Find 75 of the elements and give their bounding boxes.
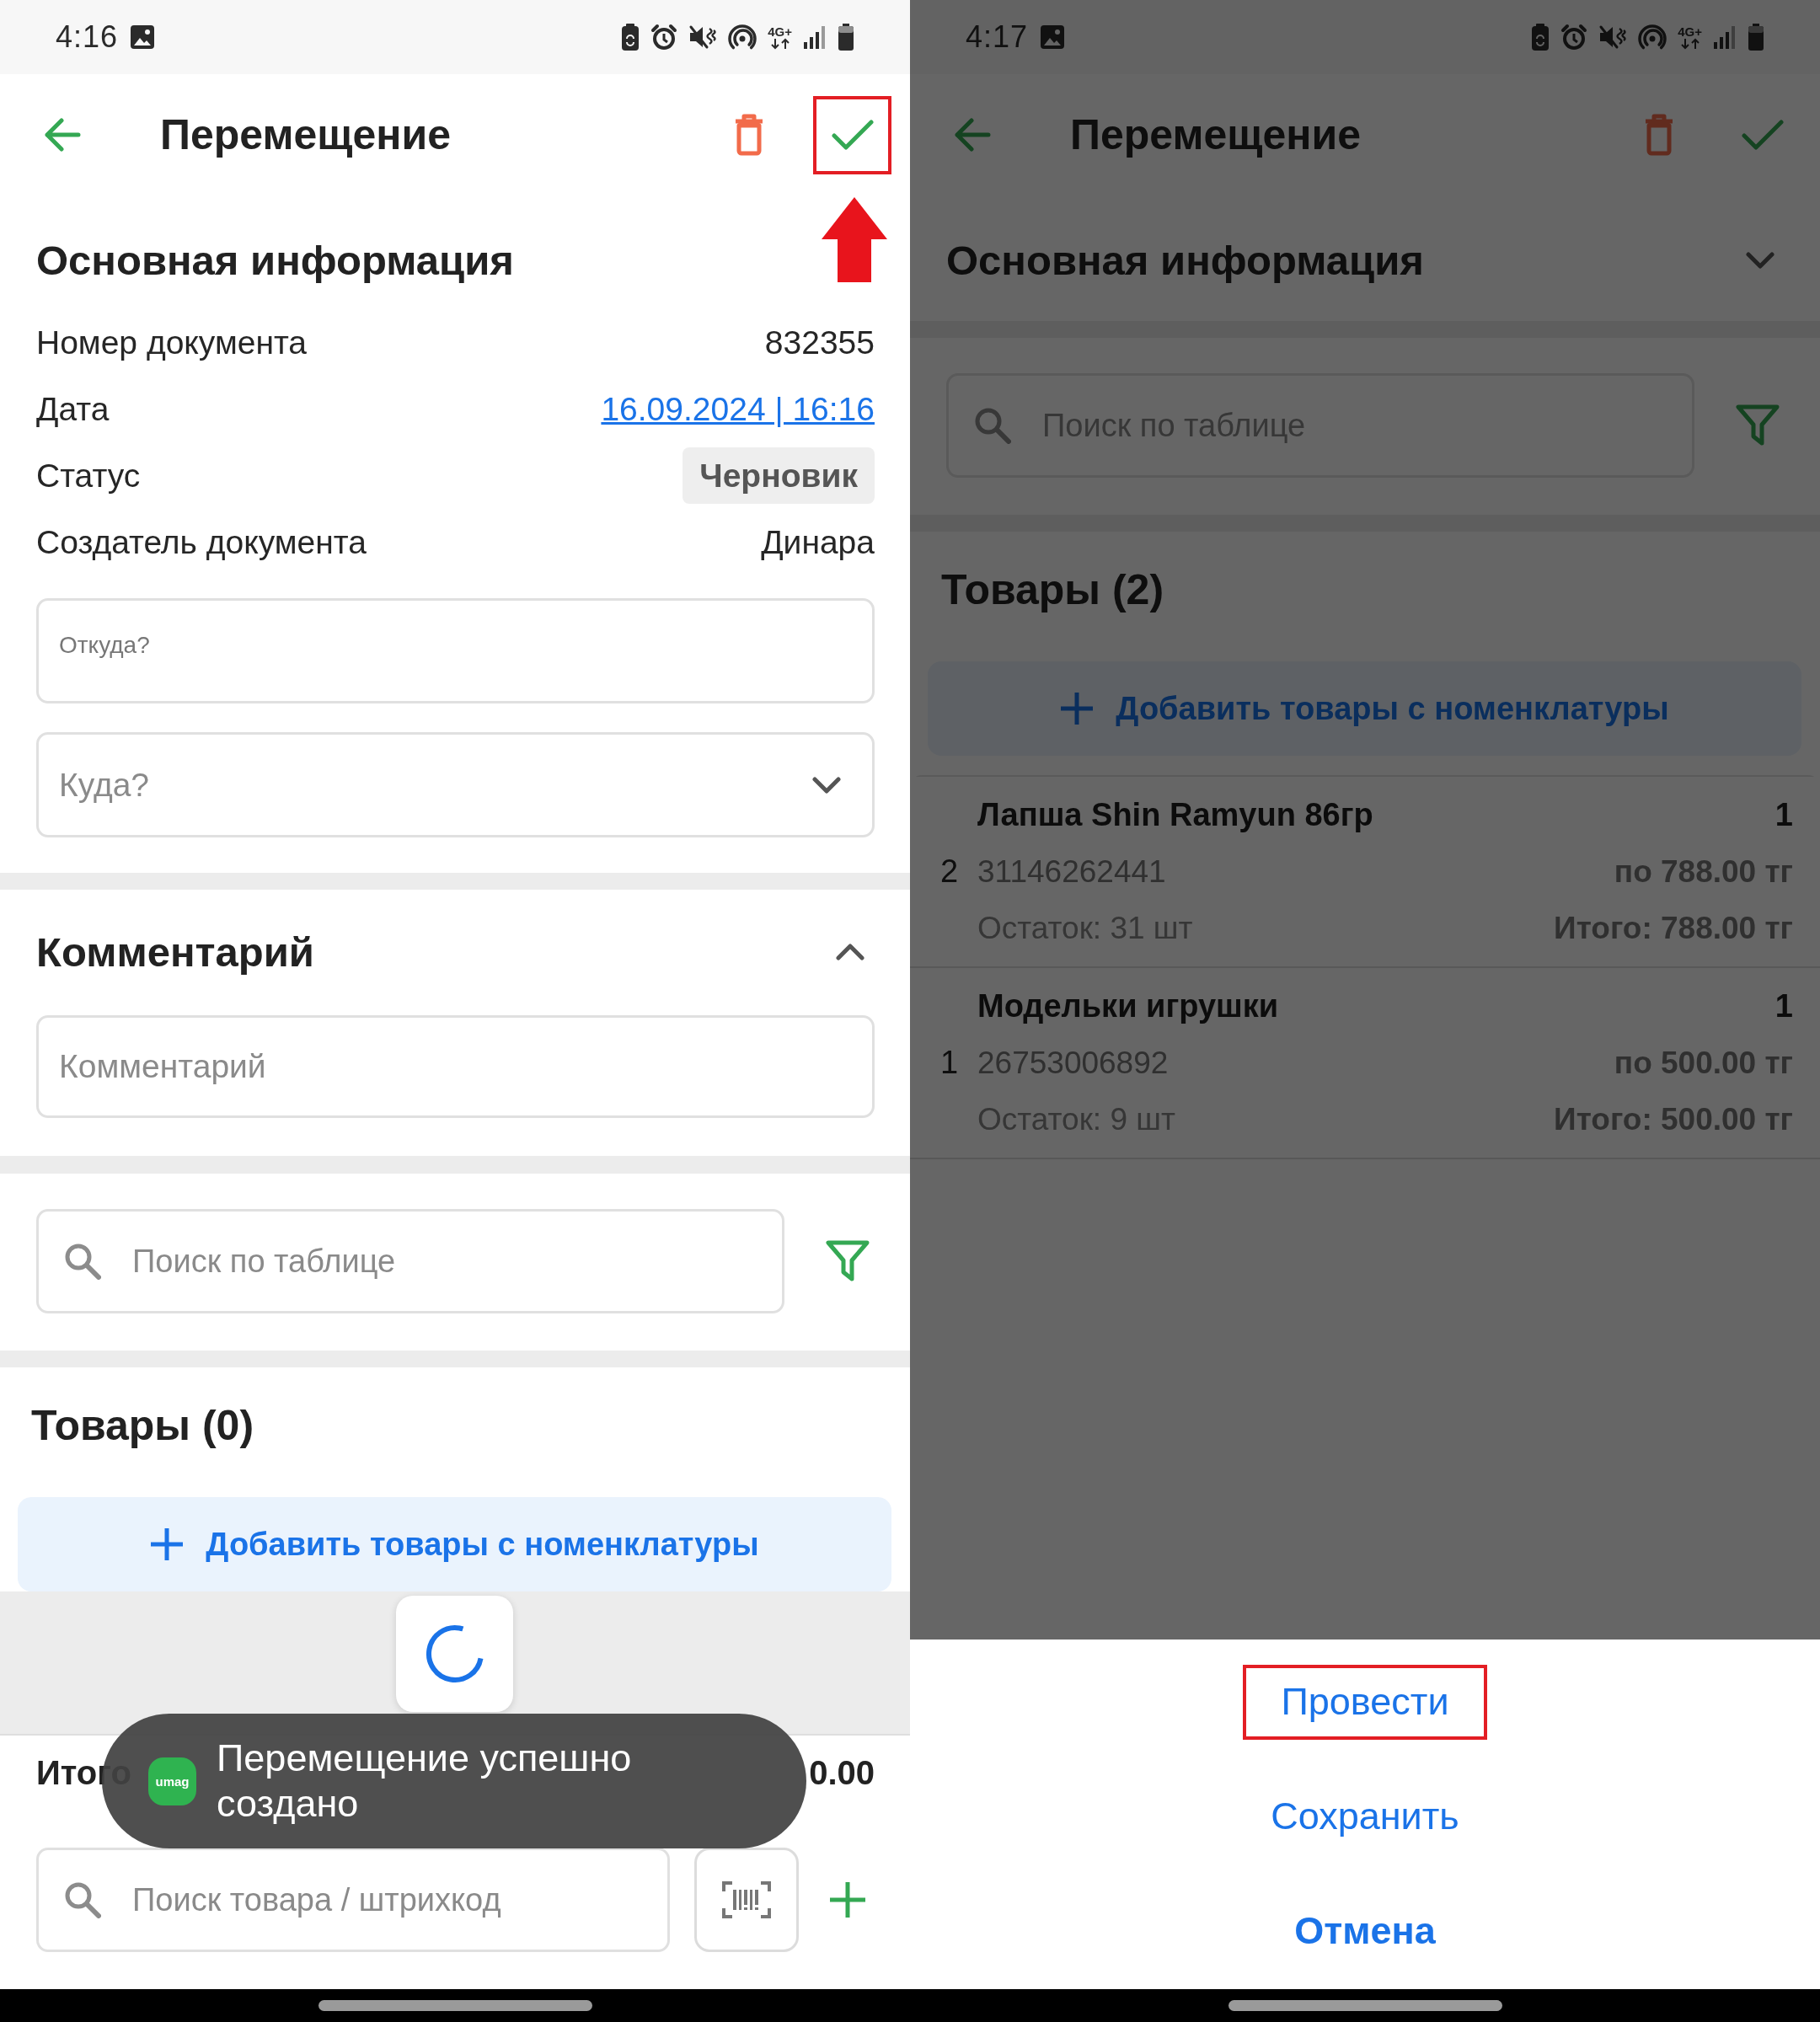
- chevron-down-icon: [812, 776, 841, 794]
- add-button[interactable]: [829, 1881, 866, 1918]
- filter-button[interactable]: [826, 1240, 870, 1282]
- cancel-button[interactable]: Отмена: [1256, 1893, 1474, 1969]
- quantity: 1: [1774, 988, 1793, 1024]
- total-value: 0.00: [809, 1753, 875, 1792]
- image-icon: [130, 24, 156, 50]
- app-logo: umag: [148, 1757, 196, 1805]
- signal-icon: [803, 25, 827, 49]
- screen-title: Перемещение: [160, 110, 451, 159]
- text-field[interactable]: Откуда?: [36, 598, 875, 703]
- plus-icon: [1060, 692, 1095, 725]
- plus-icon: [150, 1527, 185, 1561]
- clock-time: 4:17: [966, 19, 1029, 55]
- search-icon: [974, 407, 1011, 444]
- add-items-button[interactable]: Добавить товары с номенклатуры: [18, 1497, 891, 1591]
- table-search-field[interactable]: Поиск по таблице: [36, 1209, 784, 1313]
- back-arrow-icon: [953, 118, 991, 152]
- value-link[interactable]: 16.09.2024 | 16:16: [601, 390, 875, 428]
- field-label: Создатель документа: [36, 523, 367, 561]
- checkmark-icon: [1741, 119, 1784, 151]
- filter-icon: [1736, 404, 1780, 447]
- alarm-icon: [1560, 24, 1588, 51]
- sheet-option[interactable]: Сохранить: [1233, 1779, 1497, 1854]
- field-label: Дата: [36, 390, 110, 428]
- hotspot-icon: [728, 24, 757, 51]
- product-name: Модельки игрушки: [977, 988, 1279, 1024]
- barcode-icon: [722, 1881, 771, 1918]
- status-tag: Черновик: [682, 447, 875, 504]
- product-name: Лапша Shin Ramyun 86гр: [977, 797, 1373, 833]
- confirm-button[interactable]: [813, 95, 891, 174]
- hotspot-icon: [1638, 24, 1667, 51]
- battery-icon: [838, 24, 854, 51]
- muted-speaker-icon: [688, 24, 718, 50]
- filter-button[interactable]: [1736, 404, 1780, 447]
- section-title: Товары (2): [940, 565, 1165, 615]
- spinner-icon: [425, 1624, 484, 1683]
- battery-saver-icon: [621, 24, 640, 51]
- field-label: Номер документа: [36, 324, 308, 361]
- screen-title: Перемещение: [1070, 110, 1361, 159]
- muted-speaker-icon: [1598, 24, 1628, 50]
- comment-field[interactable]: Комментарий: [36, 1015, 875, 1118]
- sheet-option[interactable]: Провести: [1243, 1664, 1487, 1740]
- plus-icon: [829, 1881, 866, 1918]
- search-icon: [64, 1881, 101, 1918]
- search-icon: [64, 1243, 101, 1280]
- chevron-up-icon: [836, 944, 864, 960]
- dropdown-field[interactable]: Куда?: [36, 732, 875, 837]
- network-type: 4G+: [1678, 24, 1702, 38]
- back-arrow-icon: [43, 118, 81, 152]
- data-arrows-icon: [769, 37, 790, 50]
- quantity: 1: [1774, 797, 1793, 833]
- product-search-field[interactable]: Поиск товара / штрихкод: [36, 1848, 670, 1952]
- section-title: Товары (0): [30, 1401, 255, 1451]
- alarm-icon: [650, 24, 678, 51]
- row-number: 2: [939, 853, 960, 890]
- field-value: 832355: [764, 324, 875, 361]
- field-value: Динара: [761, 523, 875, 561]
- signal-icon: [1713, 25, 1737, 49]
- row-number: 1: [939, 1045, 960, 1081]
- chevron-down-icon: [1746, 252, 1774, 269]
- field-label: Статус: [36, 457, 141, 495]
- network-type: 4G+: [768, 24, 792, 38]
- checkmark-icon: [831, 119, 874, 151]
- section-title: Комментарий: [36, 928, 314, 976]
- toast-message: Перемещение успешно создано: [217, 1736, 633, 1827]
- barcode-scan-button[interactable]: [694, 1848, 799, 1952]
- battery-icon: [1748, 24, 1764, 51]
- section-title: Основная информация: [36, 237, 514, 284]
- clock-time: 4:16: [56, 19, 119, 55]
- filter-icon: [826, 1240, 870, 1282]
- battery-saver-icon: [1531, 24, 1550, 51]
- data-arrows-icon: [1679, 37, 1700, 50]
- section-title: Основная информация: [946, 237, 1424, 284]
- image-icon: [1040, 24, 1066, 50]
